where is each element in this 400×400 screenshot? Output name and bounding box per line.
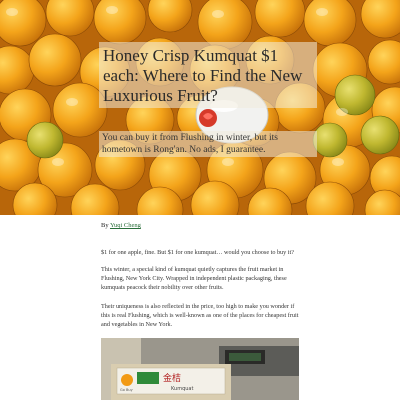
photo-chinese-brand: 金桔 (163, 372, 181, 384)
photo-english-brand: Kumquat (171, 386, 193, 392)
kumquat-box-photo: 金桔 Kumquat Go Buy (101, 338, 299, 400)
body-paragraph-3: Their uniqueness is also reflected in th… (101, 303, 299, 329)
page-subtitle: You can buy it from Flushing in winter, … (102, 133, 278, 155)
body-paragraph-2: This winter, a special kind of kumquat q… (101, 266, 287, 292)
byline: By Yuqi Cheng (101, 222, 141, 229)
byline-prefix: By (101, 222, 110, 229)
kumquat-box-image: 金桔 Kumquat Go Buy (101, 338, 299, 400)
photo-small-text: Go Buy (120, 388, 133, 392)
author-link[interactable]: Yuqi Cheng (110, 222, 141, 229)
page-title: Honey Crisp Kumquat $1 each: Where to Fi… (103, 46, 303, 105)
body-paragraph-1: $1 for one apple, fine. But $1 for one k… (101, 249, 294, 256)
